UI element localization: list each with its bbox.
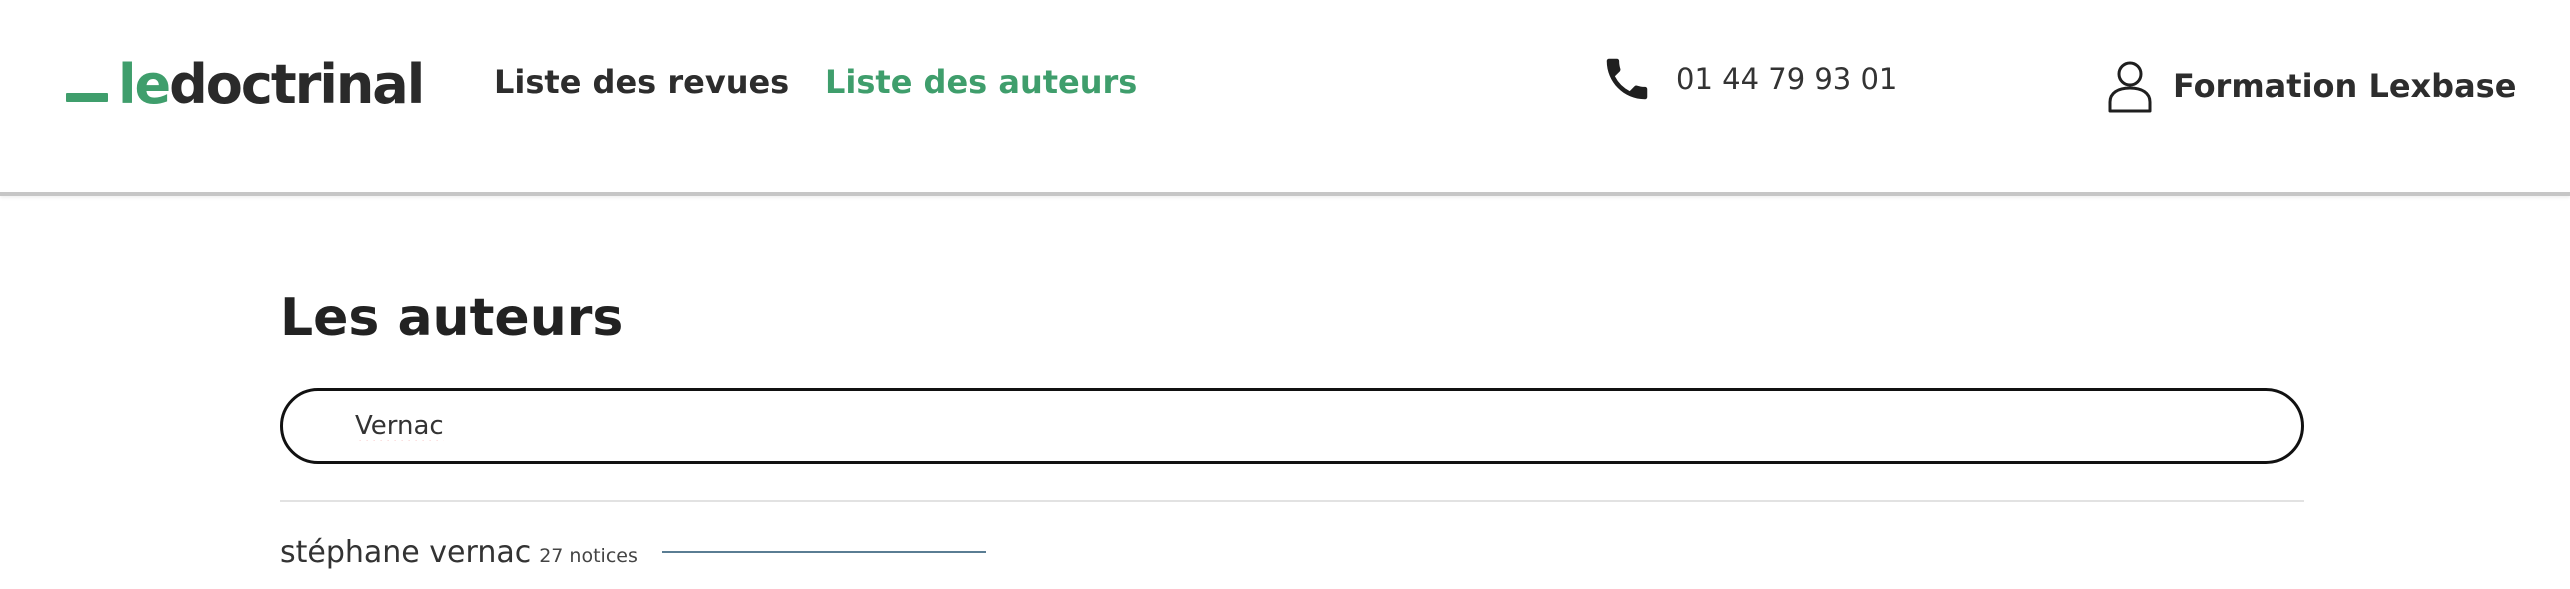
logo-wordmark: doctrinal [169,53,425,116]
nav-liste-des-auteurs[interactable]: Liste des auteurs [825,62,1137,102]
author-name-link[interactable]: stéphane vernac [280,535,531,570]
logo-underscore-mark [66,93,108,102]
notices-bar [661,551,986,553]
ledoctrinal-logo[interactable]: le doctrinal [66,42,425,116]
user-icon [2105,58,2155,114]
nav-liste-des-revues[interactable]: Liste des revues [494,62,789,102]
site-header: le doctrinal Liste des revues Liste des … [0,0,2570,196]
phone-number: 01 44 79 93 01 [1676,62,1898,96]
notices-count: 27 notices [539,545,638,567]
account-menu[interactable]: Formation Lexbase [2105,58,2516,114]
phone-contact[interactable]: 01 44 79 93 01 [1600,52,1897,106]
phone-icon [1600,52,1654,106]
logo-prefix: le [118,53,171,116]
account-name: Formation Lexbase [2173,67,2517,105]
author-search-input[interactable] [280,388,2304,464]
page-title: Les auteurs [280,288,624,348]
author-result-row[interactable]: stéphane vernac 27 notices [280,535,986,570]
results-divider [280,500,2304,502]
